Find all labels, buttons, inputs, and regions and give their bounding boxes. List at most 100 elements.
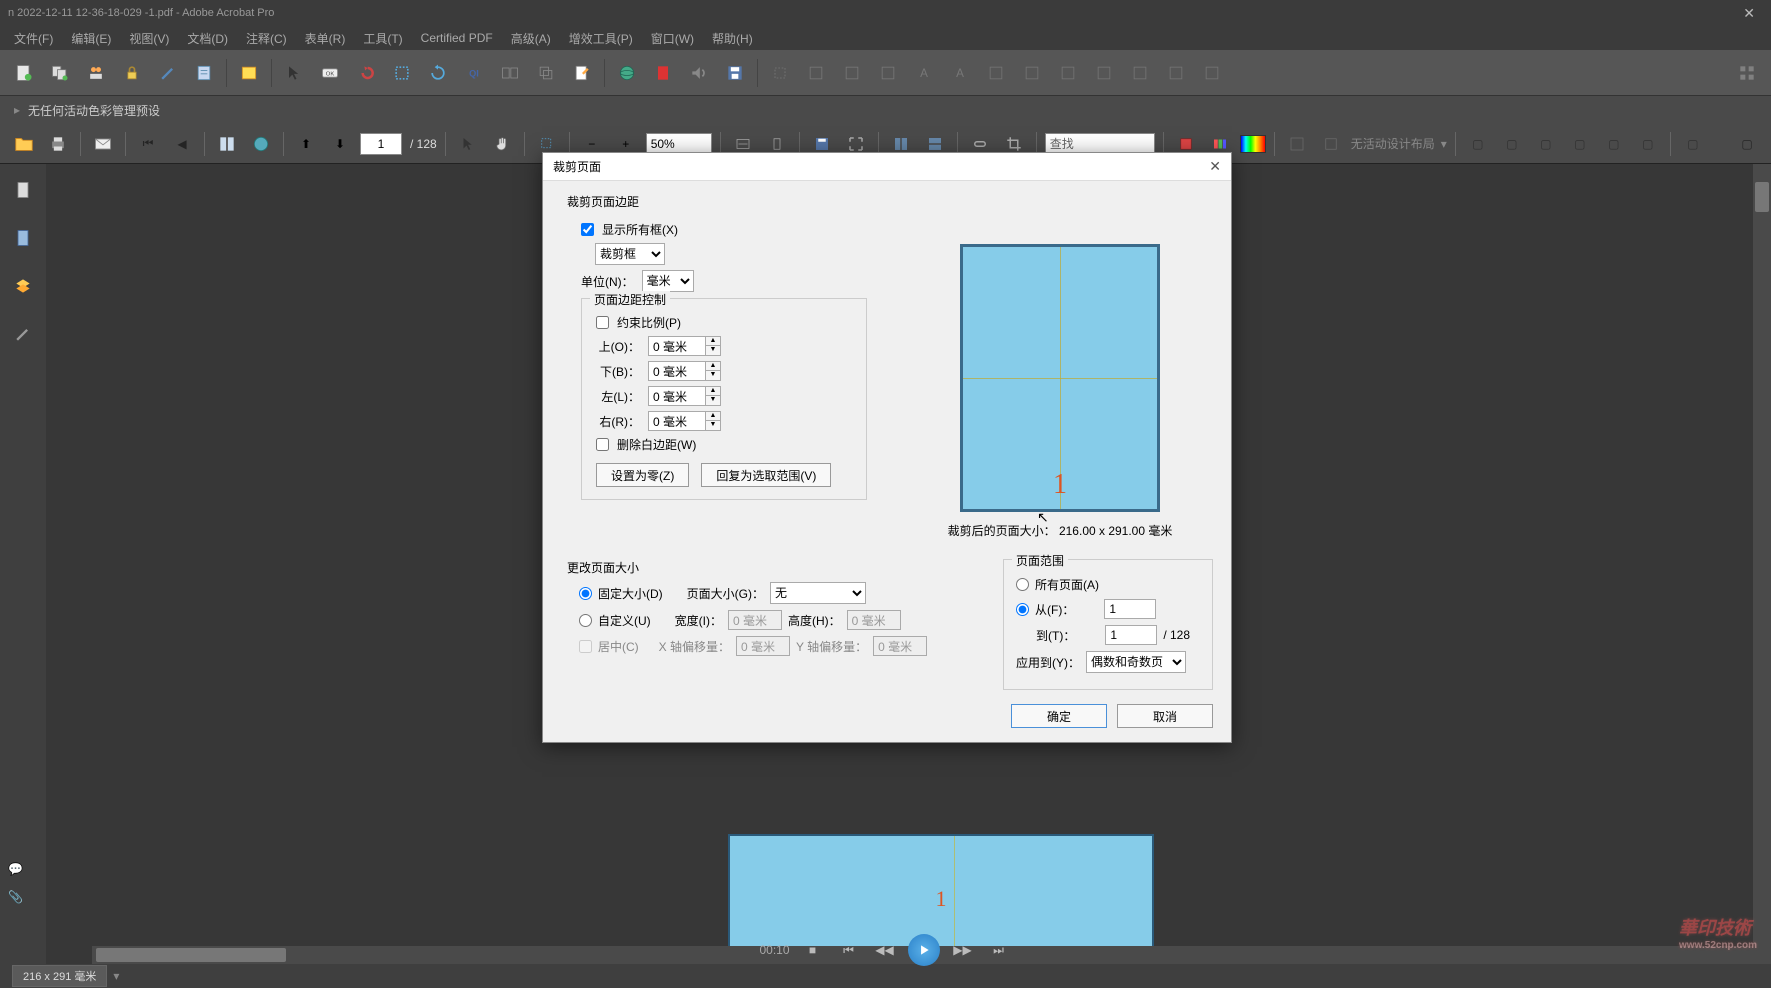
tool-d-icon[interactable]: [980, 57, 1012, 89]
bottom-spin-up[interactable]: ▲: [706, 362, 720, 371]
left-input[interactable]: [648, 386, 706, 406]
skip-fwd-icon[interactable]: ⏭: [986, 937, 1012, 963]
layers-icon[interactable]: [9, 272, 37, 300]
crop-tool-icon[interactable]: [764, 57, 796, 89]
overlay-icon[interactable]: [530, 57, 562, 89]
from-radio[interactable]: [1016, 603, 1029, 616]
status-dropdown-icon[interactable]: ▾: [113, 969, 119, 983]
pages-panel-icon[interactable]: [213, 130, 241, 158]
pages-thumb-icon[interactable]: [9, 176, 37, 204]
menu-view[interactable]: 视图(V): [121, 28, 177, 49]
email-icon[interactable]: [89, 130, 117, 158]
ok-button[interactable]: 确定: [1011, 704, 1107, 728]
right-input[interactable]: [648, 411, 706, 431]
refresh-icon[interactable]: [422, 57, 454, 89]
extra-3-icon[interactable]: ▢: [1532, 130, 1560, 158]
tool-g-icon[interactable]: [1088, 57, 1120, 89]
set-to-zero-button[interactable]: 设置为零(Z): [596, 463, 689, 487]
menu-help[interactable]: 帮助(H): [704, 28, 761, 49]
comments-icon[interactable]: 💬: [8, 862, 23, 876]
menu-certified[interactable]: Certified PDF: [413, 29, 501, 47]
top-input[interactable]: [648, 336, 706, 356]
print-icon[interactable]: [44, 130, 72, 158]
page-number-input[interactable]: [360, 133, 402, 155]
page-up-icon[interactable]: ⬆: [292, 130, 320, 158]
layout2-icon[interactable]: [1317, 130, 1345, 158]
forward-icon[interactable]: ▶▶: [950, 937, 976, 963]
dialog-close-icon[interactable]: ✕: [1209, 158, 1221, 175]
dialog-titlebar[interactable]: 裁剪页面 ✕: [543, 153, 1231, 181]
menu-document[interactable]: 文档(D): [179, 28, 236, 49]
play-icon[interactable]: [908, 934, 940, 966]
combine-files-icon[interactable]: [44, 57, 76, 89]
dropdown-icon[interactable]: [233, 57, 265, 89]
custom-size-radio[interactable]: [579, 614, 592, 627]
color-spectrum-icon[interactable]: [1240, 135, 1266, 153]
menu-window[interactable]: 窗口(W): [643, 28, 702, 49]
undo-icon[interactable]: [350, 57, 382, 89]
menu-tools[interactable]: 工具(T): [355, 28, 410, 49]
bookmark-icon[interactable]: [9, 224, 37, 252]
open-folder-icon[interactable]: [10, 130, 38, 158]
fixed-size-radio[interactable]: [579, 587, 592, 600]
sign-icon[interactable]: [152, 57, 184, 89]
ok-badge-icon[interactable]: OK: [314, 57, 346, 89]
extra-6-icon[interactable]: ▢: [1634, 130, 1662, 158]
rewind-icon[interactable]: ◀◀: [872, 937, 898, 963]
hand-tool-icon[interactable]: [488, 130, 516, 158]
apply-to-select[interactable]: 偶数和奇数页: [1086, 651, 1186, 673]
tool-f-icon[interactable]: [1052, 57, 1084, 89]
text-tool-icon[interactable]: A: [908, 57, 940, 89]
show-all-boxes-checkbox[interactable]: [581, 223, 594, 236]
bottom-spin-down[interactable]: ▼: [706, 371, 720, 380]
qi-tool-icon[interactable]: QI: [458, 57, 490, 89]
menu-edit[interactable]: 编辑(E): [63, 28, 119, 49]
page-size-select[interactable]: 无: [770, 582, 866, 604]
red-book-icon[interactable]: [647, 57, 679, 89]
menu-advanced[interactable]: 高级(A): [503, 28, 559, 49]
color-preset-icon[interactable]: ▸: [14, 103, 20, 117]
save-icon[interactable]: [719, 57, 751, 89]
select-arrow-icon[interactable]: [278, 57, 310, 89]
toolbar-overflow-icon[interactable]: [1731, 57, 1763, 89]
tool-a-icon[interactable]: [800, 57, 832, 89]
constrain-checkbox[interactable]: [596, 316, 609, 329]
remove-white-checkbox[interactable]: [596, 438, 609, 451]
to-input[interactable]: [1105, 625, 1157, 645]
extra-5-icon[interactable]: ▢: [1600, 130, 1628, 158]
extra-2-icon[interactable]: ▢: [1498, 130, 1526, 158]
skip-back-icon[interactable]: ⏮: [836, 937, 862, 963]
toolbar2-overflow-icon[interactable]: ▢: [1733, 130, 1761, 158]
extra-1-icon[interactable]: ▢: [1464, 130, 1492, 158]
web-icon[interactable]: [247, 130, 275, 158]
menu-plugins[interactable]: 增效工具(P): [561, 28, 641, 49]
from-input[interactable]: [1104, 599, 1156, 619]
left-spin-down[interactable]: ▼: [706, 396, 720, 405]
new-document-icon[interactable]: [8, 57, 40, 89]
cancel-button[interactable]: 取消: [1117, 704, 1213, 728]
left-spin-up[interactable]: ▲: [706, 387, 720, 396]
tool-j-icon[interactable]: [1196, 57, 1228, 89]
crop-box-select[interactable]: 裁剪框: [595, 243, 665, 265]
all-pages-radio[interactable]: [1016, 578, 1029, 591]
signatures-icon[interactable]: [9, 320, 37, 348]
layout-icon[interactable]: [1283, 130, 1311, 158]
menu-forms[interactable]: 表单(R): [297, 28, 354, 49]
unit-select[interactable]: 毫米: [642, 270, 694, 292]
select-tool-icon[interactable]: [454, 130, 482, 158]
cut-icon[interactable]: [386, 57, 418, 89]
vertical-scrollbar[interactable]: [1753, 164, 1771, 964]
window-close-icon[interactable]: ✕: [1743, 5, 1755, 22]
page-down-icon[interactable]: ⬇: [326, 130, 354, 158]
stop-icon[interactable]: ■: [800, 937, 826, 963]
tool-c-icon[interactable]: [872, 57, 904, 89]
menu-comments[interactable]: 注释(C): [238, 28, 295, 49]
top-spin-up[interactable]: ▲: [706, 337, 720, 346]
revert-selection-button[interactable]: 回复为选取范围(V): [701, 463, 831, 487]
edit-page-icon[interactable]: [566, 57, 598, 89]
right-spin-down[interactable]: ▼: [706, 421, 720, 430]
extra-4-icon[interactable]: ▢: [1566, 130, 1594, 158]
audio-icon[interactable]: [683, 57, 715, 89]
extra-7-icon[interactable]: ▢: [1679, 130, 1707, 158]
attachments-icon[interactable]: 📎: [8, 890, 23, 904]
